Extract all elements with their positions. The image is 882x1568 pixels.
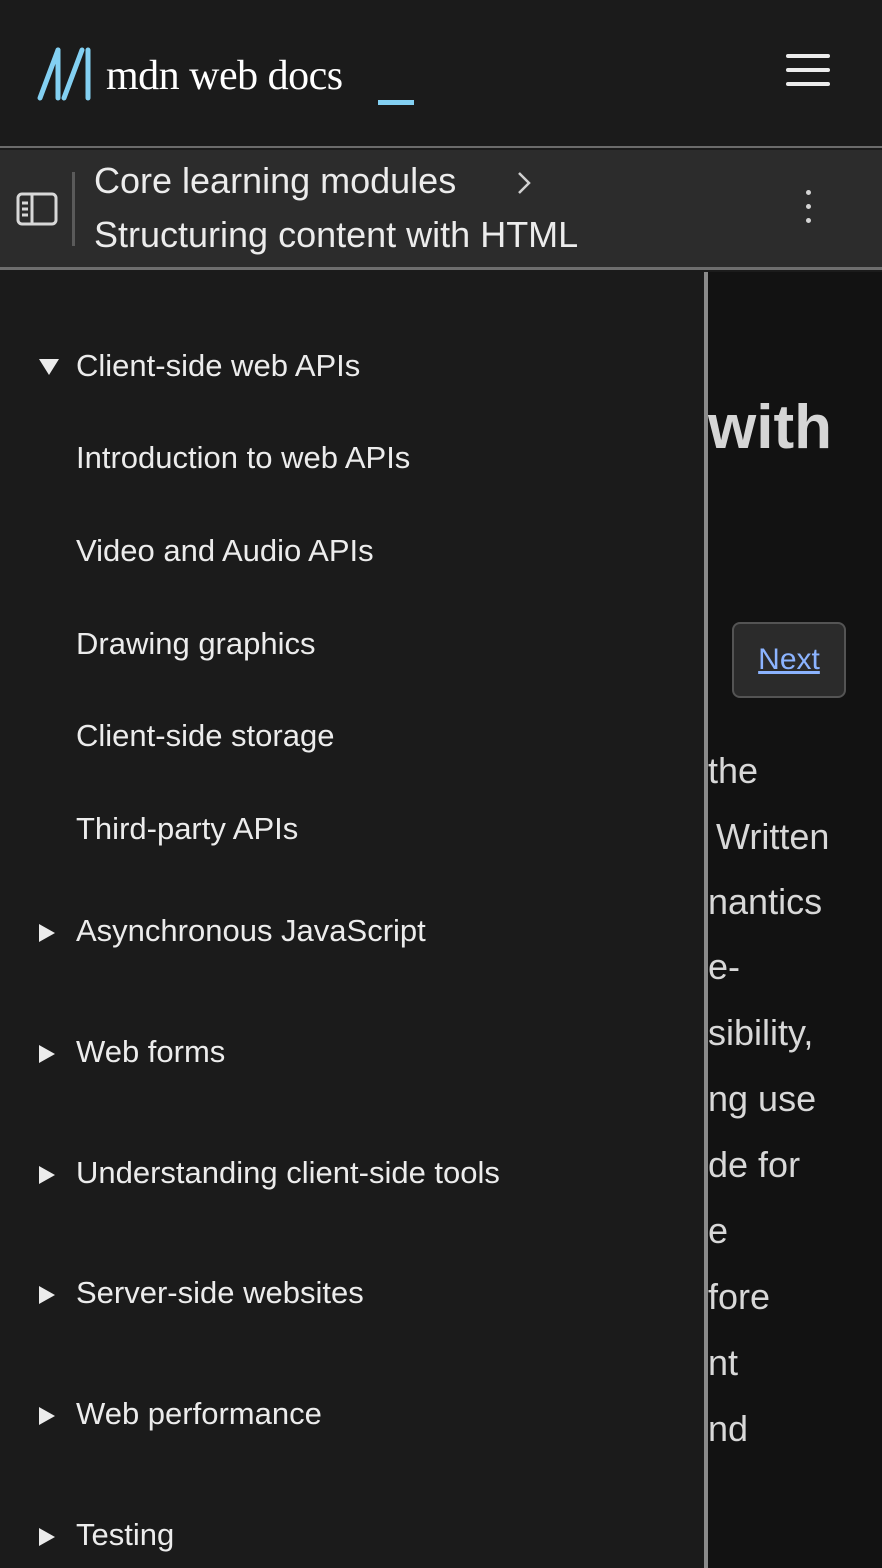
body-line: Written	[716, 816, 830, 857]
site-header: mdn web docs	[0, 0, 882, 148]
triangle-right-icon	[39, 1045, 55, 1063]
body-line: the	[708, 750, 759, 791]
body-line: de for	[708, 1144, 801, 1185]
mdn-logo-mark-icon	[37, 47, 91, 101]
body-line: e-	[708, 946, 741, 987]
sidebar-item-video-and-audio-apis[interactable]: Video and Audio APIs	[76, 533, 374, 569]
sidebar-section-label: Asynchronous JavaScript	[76, 913, 426, 948]
next-link[interactable]: Next	[758, 643, 820, 677]
triangle-right-icon	[39, 1286, 55, 1304]
triangle-right-icon	[39, 1166, 55, 1184]
sidebar-toggle-icon[interactable]	[16, 192, 58, 226]
triangle-right-icon	[39, 1407, 55, 1425]
sidebar-section-label: Understanding client-side tools	[76, 1155, 500, 1190]
breadcrumb-divider	[72, 172, 75, 246]
sidebar-item-introduction-to-web-apis[interactable]: Introduction to web APIs	[76, 440, 410, 476]
body-line: sibility,	[708, 1012, 814, 1053]
body-line: ng use	[708, 1078, 817, 1119]
page: mdn web docs Core learning modules Struc…	[0, 0, 882, 1568]
logo-text: mdn web docs	[106, 53, 343, 99]
body-line: fore	[708, 1276, 771, 1317]
triangle-right-icon	[39, 924, 55, 942]
hamburger-menu-icon[interactable]	[786, 54, 830, 90]
sidebar-drawer-edge[interactable]	[704, 272, 708, 1568]
sidebar-section-label: Client-side web APIs	[76, 348, 361, 383]
logo-underscore	[378, 100, 414, 105]
sidebar-item-drawing-graphics[interactable]: Drawing graphics	[76, 626, 316, 662]
more-options-icon[interactable]	[794, 190, 822, 230]
breadcrumb-parent-link[interactable]: Core learning modules	[94, 160, 456, 202]
sidebar-item-third-party-apis[interactable]: Third-party APIs	[76, 811, 298, 847]
breadcrumb-current-link[interactable]: Structuring content with HTML	[94, 214, 578, 256]
body-line: nd	[708, 1408, 749, 1449]
next-button[interactable]: Next	[732, 622, 846, 698]
sidebar-drawer: Client-side web APIs Introduction to web…	[0, 272, 704, 1568]
article-heading: with	[708, 393, 832, 462]
body-line: nt	[708, 1342, 739, 1383]
mdn-logo[interactable]: mdn web docs	[36, 46, 414, 110]
sidebar-section-label: Web performance	[76, 1396, 322, 1431]
triangle-down-icon	[39, 359, 59, 375]
body-line: e	[708, 1210, 729, 1251]
triangle-right-icon	[39, 1528, 55, 1546]
body-line: nantics	[708, 881, 823, 922]
breadcrumb-bar: Core learning modules Structuring conten…	[0, 150, 882, 270]
chevron-right-icon	[518, 172, 531, 194]
sidebar-section-label: Web forms	[76, 1034, 226, 1069]
sidebar-section-label: Testing	[76, 1517, 175, 1552]
sidebar-section-label: Server-side websites	[76, 1275, 364, 1310]
sidebar-item-client-side-storage[interactable]: Client-side storage	[76, 718, 334, 754]
